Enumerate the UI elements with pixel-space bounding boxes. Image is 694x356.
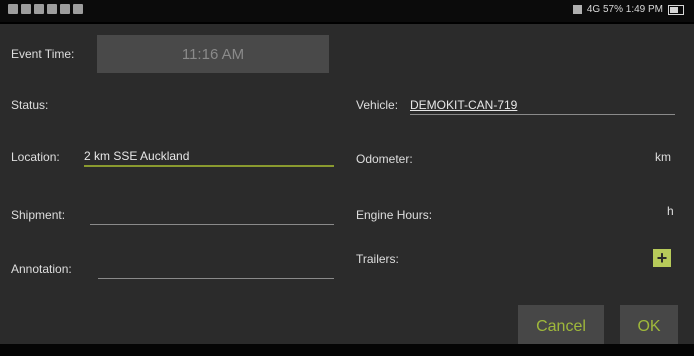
system-status: 4G 57% 1:49 PM (572, 4, 684, 15)
notification-icon (8, 4, 18, 14)
add-trailer-button[interactable]: + (653, 249, 671, 267)
annotation-field[interactable] (98, 260, 334, 279)
ok-button[interactable]: OK (620, 305, 678, 349)
vehicle-label: Vehicle: (356, 98, 399, 112)
vehicle-value: DEMOKIT-CAN-719 (410, 98, 518, 112)
engine-hours-unit: h (667, 204, 674, 218)
notification-icons (8, 4, 83, 14)
cancel-button[interactable]: Cancel (518, 305, 604, 349)
trailers-label: Trailers: (356, 252, 399, 266)
notification-icon (60, 4, 70, 14)
annotation-label: Annotation: (11, 262, 72, 276)
status-bar: 4G 57% 1:49 PM (0, 0, 694, 22)
location-field[interactable]: 2 km SSE Auckland (84, 147, 334, 167)
event-form-dialog: Event Time: 11:16 AM Status: Vehicle: DE… (0, 24, 694, 349)
shipment-label: Shipment: (11, 208, 66, 222)
status-label: Status: (11, 98, 49, 112)
system-status-text: 4G 57% 1:49 PM (586, 4, 663, 15)
navigation-bar (0, 344, 694, 356)
notification-icon (21, 4, 31, 14)
notification-icon (47, 4, 57, 14)
odometer-unit: km (655, 150, 671, 164)
engine-hours-label: Engine Hours: (356, 208, 433, 222)
location-label: Location: (11, 150, 60, 164)
event-time-label: Event Time: (11, 47, 75, 61)
notification-icon (34, 4, 44, 14)
shipment-field[interactable] (90, 206, 334, 225)
vehicle-field[interactable]: DEMOKIT-CAN-719 (410, 96, 675, 115)
notification-icon (73, 4, 83, 14)
odometer-label: Odometer: (356, 152, 413, 166)
signal-icon (572, 5, 582, 14)
event-time-picker[interactable]: 11:16 AM (97, 35, 329, 73)
battery-icon (668, 4, 684, 15)
